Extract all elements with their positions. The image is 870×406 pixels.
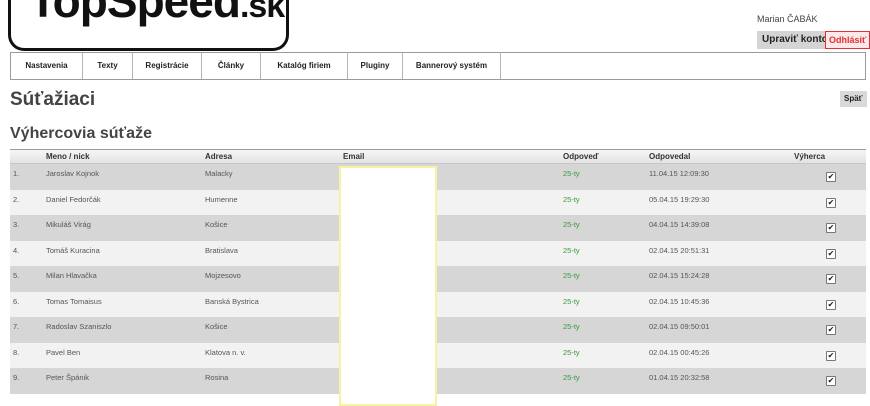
- row-address: Rosina: [205, 373, 229, 382]
- row-answer: 25-ty: [563, 322, 580, 331]
- row-answered: 11.04.15 12:09:30: [649, 169, 709, 178]
- row-number: 6.: [13, 296, 20, 306]
- row-address: Mojzesovo: [205, 271, 241, 280]
- row-number: 3.: [13, 220, 20, 229]
- row-name: Pavel Ben: [46, 347, 81, 357]
- row-name: Tomáš Kuracina: [46, 245, 100, 255]
- row-name: Radoslav Szaniszlo: [46, 322, 112, 331]
- row-name: Peter Špánik: [46, 373, 89, 382]
- table-row: 9. Peter Špánik Rosina 25-ty 01.04.15 20:32:…: [10, 368, 866, 394]
- winner-checkbox[interactable]: ✔: [826, 325, 836, 335]
- row-address: Klatova n. v.: [205, 347, 246, 357]
- row-number: 4.: [13, 245, 20, 255]
- row-address: Košice: [205, 220, 228, 229]
- row-answer: 25-ty: [563, 245, 580, 255]
- row-number: 2.: [13, 194, 20, 204]
- nav-item-articles[interactable]: Články: [202, 53, 261, 79]
- column-header-email[interactable]: Email: [343, 152, 364, 161]
- logo-suffix: .sk: [239, 0, 285, 25]
- row-answered: 02.04.15 15:24:28: [649, 271, 710, 280]
- row-answered: 02.04.15 10:45:36: [649, 296, 710, 306]
- row-answered: 02.04.15 20:51:31: [649, 245, 710, 255]
- table-header: Meno / nick Adresa Email Odpoveď Odpoved…: [10, 149, 866, 164]
- winner-checkbox[interactable]: ✔: [826, 248, 836, 259]
- row-name: Jaroslav Kojnok: [46, 169, 99, 178]
- row-answered: 02.04.15 00:45:26: [649, 347, 710, 357]
- row-answer: 25-ty: [563, 194, 580, 204]
- row-answered: 04.04.15 14:39:08: [649, 220, 710, 229]
- table-row: 7. Radoslav Szaniszlo Košice 25-ty 02.04.15 …: [10, 317, 866, 343]
- row-answered: 05.04.15 19:29:30: [649, 194, 710, 204]
- edit-account-button[interactable]: Upraviť konto: [757, 31, 833, 49]
- column-header-answer[interactable]: Odpoveď: [563, 152, 599, 161]
- table-body: 1. Jaroslav Kojnok Malacky 25-ty 11.04.15 12…: [10, 164, 866, 394]
- table-row: 8. Pavel Ben Klatova n. v. 25-ty 02.04.15 00…: [10, 342, 866, 368]
- row-name: Tomas Tomaisus: [46, 296, 102, 306]
- logo-text: TopSpeed.sk: [29, 0, 285, 28]
- row-answer: 25-ty: [563, 373, 580, 382]
- page-title: Súťažiaci: [10, 89, 96, 110]
- row-number: 1.: [13, 169, 20, 178]
- row-answer: 25-ty: [563, 169, 580, 178]
- section-title: Výhercovia súťaže: [10, 125, 152, 142]
- table-row: 6. Tomas Tomaisus Banská Bystrica 25-ty 02.0…: [10, 291, 866, 317]
- logout-button[interactable]: Odhlásiť: [825, 31, 870, 49]
- winner-checkbox[interactable]: ✔: [826, 376, 836, 386]
- back-button[interactable]: Späť: [840, 91, 867, 107]
- row-answer: 25-ty: [563, 296, 580, 306]
- column-header-winner[interactable]: Výherca: [794, 152, 825, 161]
- row-address: Malacky: [205, 169, 233, 178]
- nav-item-registrations[interactable]: Registrácie: [133, 53, 202, 79]
- nav-item-plugins[interactable]: Pluginy: [348, 53, 403, 79]
- row-answered: 02.04.15 09:50:01: [649, 322, 710, 331]
- user-name: Marian ČABÁK: [757, 14, 818, 24]
- row-answered: 01.04.15 20:32:58: [649, 373, 710, 382]
- row-name: Mikuláš Virág: [46, 220, 91, 229]
- row-answer: 25-ty: [563, 220, 580, 229]
- table-row: 1. Jaroslav Kojnok Malacky 25-ty 11.04.15 12…: [10, 164, 866, 190]
- row-address: Košice: [205, 322, 228, 331]
- winner-checkbox[interactable]: ✔: [826, 172, 836, 182]
- row-number: 7.: [13, 322, 20, 331]
- table-row: 4. Tomáš Kuracina Bratislava 25-ty 02.04.15 …: [10, 240, 866, 266]
- column-header-address[interactable]: Adresa: [205, 152, 232, 161]
- nav-item-texts[interactable]: Texty: [83, 53, 133, 79]
- logo-main: TopSpeed: [29, 0, 241, 27]
- row-number: 5.: [13, 271, 20, 280]
- table-row: 3. Mikuláš Virág Košice 25-ty 04.04.15 14:39…: [10, 215, 866, 241]
- nav-item-banner-system[interactable]: Bannerový systém: [403, 53, 501, 79]
- row-number: 9.: [13, 373, 20, 382]
- winner-checkbox[interactable]: ✔: [826, 299, 836, 310]
- row-address: Humenne: [205, 194, 238, 204]
- row-answer: 25-ty: [563, 347, 580, 357]
- row-name: Milan Hlavačka: [46, 271, 97, 280]
- row-address: Banská Bystrica: [205, 296, 259, 306]
- logo[interactable]: TopSpeed.sk: [8, 0, 289, 51]
- row-address: Bratislava: [205, 245, 238, 255]
- email-column-redaction: [339, 166, 437, 406]
- winner-checkbox[interactable]: ✔: [826, 350, 836, 361]
- main-nav: Nastavenia Texty Registrácie Články Kata…: [10, 52, 866, 80]
- row-name: Daniel Fedorčák: [46, 194, 101, 204]
- winner-checkbox[interactable]: ✔: [826, 223, 836, 233]
- table-row: 5. Milan Hlavačka Mojzesovo 25-ty 02.04.15 1…: [10, 266, 866, 292]
- winners-table: Meno / nick Adresa Email Odpoveď Odpoved…: [10, 149, 866, 394]
- nav-item-settings[interactable]: Nastavenia: [11, 53, 83, 79]
- table-row: 2. Daniel Fedorčák Humenne 25-ty 05.04.15 19…: [10, 189, 866, 215]
- nav-item-company-catalog[interactable]: Katalóg firiem: [261, 53, 348, 79]
- row-number: 8.: [13, 347, 20, 357]
- winner-checkbox[interactable]: ✔: [826, 274, 836, 284]
- winner-checkbox[interactable]: ✔: [826, 197, 836, 208]
- row-answer: 25-ty: [563, 271, 580, 280]
- column-header-name[interactable]: Meno / nick: [46, 152, 90, 161]
- column-header-answered[interactable]: Odpovedal: [649, 152, 690, 161]
